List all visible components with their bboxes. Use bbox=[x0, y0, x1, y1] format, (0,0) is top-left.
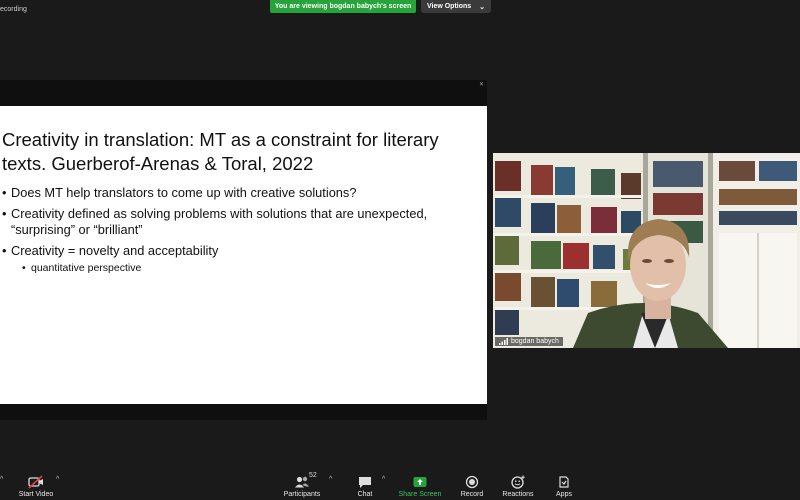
participants-label: Participants bbox=[283, 491, 321, 498]
video-off-icon bbox=[28, 475, 43, 489]
recording-label: ecording bbox=[0, 6, 27, 13]
presentation-slide: Creativity in translation: MT as a const… bbox=[0, 106, 487, 404]
start-video-button[interactable]: Start Video bbox=[14, 468, 58, 500]
slide-bullet: Creativity defined as solving problems w… bbox=[2, 206, 475, 238]
reactions-button[interactable]: Reactions bbox=[500, 468, 536, 500]
slide-bullet: Creativity = novelty and acceptability q… bbox=[2, 243, 475, 275]
chat-icon bbox=[359, 477, 371, 488]
participants-icon-wrap: 52 bbox=[294, 472, 317, 489]
participant-name-tag: bogdan babych bbox=[495, 337, 563, 346]
participant-name: bogdan babych bbox=[511, 338, 559, 345]
meeting-toolbar: ^ Start Video ^ 52 Participants ^ Chat ^ bbox=[0, 468, 800, 500]
chevron-up-icon[interactable]: ^ bbox=[329, 476, 332, 483]
slide-title: Creativity in translation: MT as a const… bbox=[2, 129, 439, 174]
chevron-down-icon: ⌄ bbox=[479, 3, 486, 11]
share-screen-icon bbox=[413, 477, 427, 487]
participant-video-feed bbox=[493, 153, 800, 348]
record-icon bbox=[465, 475, 479, 489]
signal-icon bbox=[499, 338, 508, 345]
reactions-icon bbox=[511, 475, 525, 489]
apps-icon bbox=[559, 476, 569, 488]
apps-label: Apps bbox=[556, 491, 572, 498]
close-icon[interactable]: ✕ bbox=[479, 81, 484, 88]
chevron-up-icon[interactable]: ^ bbox=[0, 476, 3, 483]
apps-button[interactable]: Apps bbox=[548, 468, 580, 500]
slide-bullets: Does MT help translators to come up with… bbox=[2, 185, 475, 275]
view-options-label: View Options bbox=[426, 3, 472, 10]
viewing-screen-text: You are viewing bogdan babych's screen bbox=[274, 3, 412, 10]
start-video-label: Start Video bbox=[18, 491, 54, 498]
chevron-up-icon[interactable]: ^ bbox=[56, 476, 59, 483]
share-screen-button[interactable]: Share Screen bbox=[397, 468, 443, 500]
viewing-screen-banner: You are viewing bogdan babych's screen bbox=[270, 0, 416, 13]
record-button[interactable]: Record bbox=[454, 468, 490, 500]
record-label: Record bbox=[460, 491, 484, 498]
chevron-up-icon[interactable]: ^ bbox=[382, 476, 385, 483]
slide-sub-bullets: quantitative perspective bbox=[11, 261, 475, 275]
view-options-button[interactable]: View Options ⌄ bbox=[421, 0, 491, 13]
slide-bullet-text: Creativity = novelty and acceptability bbox=[11, 243, 219, 258]
participants-count: 52 bbox=[309, 472, 317, 479]
slide-sub-bullet: quantitative perspective bbox=[22, 261, 475, 275]
reactions-label: Reactions bbox=[502, 491, 534, 498]
chat-label: Chat bbox=[357, 491, 373, 498]
participants-icon bbox=[295, 476, 309, 488]
share-screen-label: Share Screen bbox=[398, 491, 442, 498]
participant-video-tile[interactable]: bogdan babych bbox=[493, 153, 800, 348]
participants-button[interactable]: 52 Participants bbox=[280, 468, 324, 500]
chat-button[interactable]: Chat bbox=[348, 468, 382, 500]
slide-bullet: Does MT help translators to come up with… bbox=[2, 185, 475, 201]
